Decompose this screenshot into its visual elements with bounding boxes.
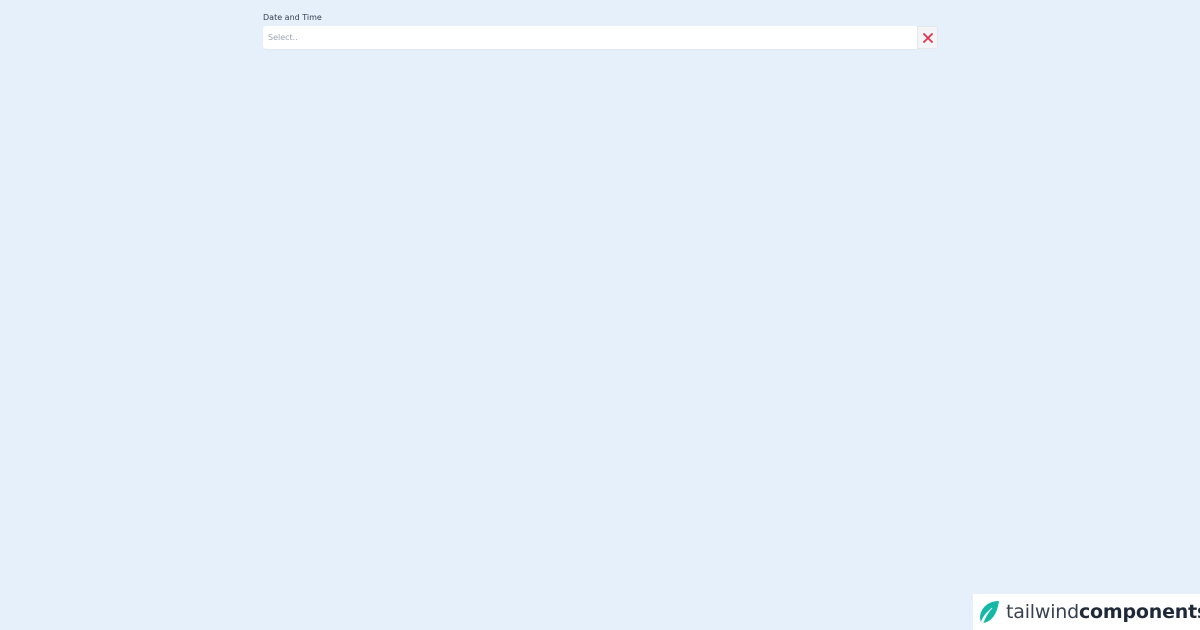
page: Date and Time tailwindcomponents: [0, 0, 1200, 630]
date-time-field: Date and Time: [263, 13, 938, 49]
feather-icon: [977, 599, 1001, 625]
tailwindcomponents-brand[interactable]: tailwindcomponents: [973, 594, 1200, 630]
date-time-label: Date and Time: [263, 13, 322, 22]
date-time-input[interactable]: [263, 26, 917, 49]
close-icon: [922, 32, 933, 43]
clear-button[interactable]: [917, 26, 938, 49]
brand-wordmark: tailwindcomponents: [1006, 601, 1200, 623]
brand-text-bold: components: [1078, 601, 1200, 623]
brand-text-light: tailwind: [1006, 601, 1079, 623]
date-time-input-group: [263, 26, 938, 49]
